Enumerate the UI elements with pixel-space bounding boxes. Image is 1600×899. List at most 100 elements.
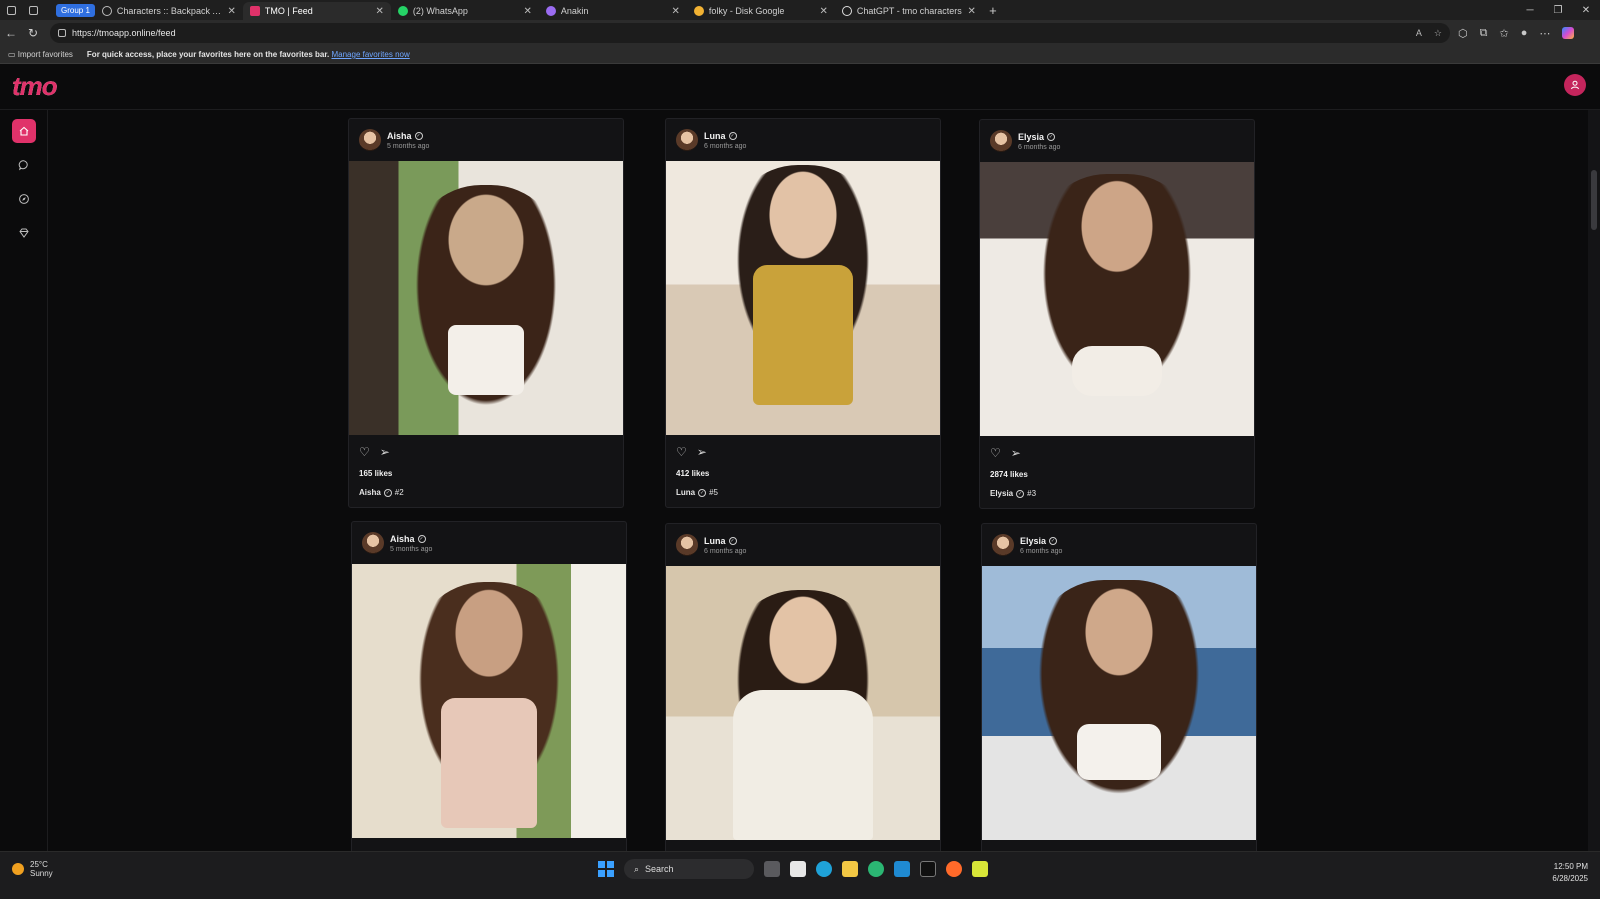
close-tab-icon[interactable]: ✕ <box>820 6 828 17</box>
avatar[interactable] <box>362 532 384 554</box>
avatar[interactable] <box>676 129 698 151</box>
read-aloud-icon[interactable]: A <box>1416 28 1422 39</box>
edge-icon[interactable] <box>868 861 884 877</box>
notes-icon[interactable] <box>972 861 988 877</box>
start-button[interactable] <box>598 861 614 877</box>
globe-icon <box>101 6 112 16</box>
bing-icon[interactable] <box>816 861 832 877</box>
premium-nav-button[interactable] <box>12 221 36 245</box>
verified-icon: ✓ <box>698 488 707 497</box>
post-username[interactable]: Luna <box>704 536 726 546</box>
close-tab-icon[interactable]: ✕ <box>228 6 236 17</box>
more-menu-icon[interactable]: ⋯ <box>1539 27 1550 40</box>
post-username[interactable]: Elysia <box>1020 536 1046 546</box>
favorites-icon[interactable]: ✩ <box>1499 27 1508 40</box>
home-nav-button[interactable] <box>12 119 36 143</box>
post-photo[interactable] <box>349 161 623 435</box>
task-view-icon[interactable] <box>764 861 780 877</box>
site-info-icon[interactable] <box>58 29 66 37</box>
close-window-icon[interactable]: ✕ <box>1572 5 1600 16</box>
post-header: Luna ✓ 6 months ago <box>666 524 940 566</box>
share-icon[interactable]: ➢ <box>380 445 390 459</box>
avatar[interactable] <box>990 130 1012 152</box>
feed: Aisha ✓ 5 months ago ♡ ➢ 165 likes Aisha ✓… <box>48 110 1588 867</box>
new-tab-button[interactable]: + <box>983 3 1003 18</box>
app-header: tmo <box>0 64 1600 110</box>
post-photo[interactable] <box>352 564 626 838</box>
close-tab-icon[interactable]: ✕ <box>524 6 532 17</box>
post-username[interactable]: Aisha <box>387 131 412 141</box>
feed-scrollbar[interactable] <box>1588 110 1600 867</box>
vscode-icon[interactable] <box>894 861 910 877</box>
compass-icon <box>19 194 29 204</box>
app-sidebar <box>0 110 48 867</box>
split-screen-icon[interactable]: ⧉ <box>1480 27 1488 40</box>
post-username[interactable]: Elysia <box>1018 132 1044 142</box>
close-tab-icon[interactable]: ✕ <box>968 6 976 17</box>
verified-icon: ✓ <box>417 534 426 543</box>
favorite-star-icon[interactable]: ☆ <box>1434 28 1442 39</box>
share-icon[interactable]: ➢ <box>1011 446 1021 460</box>
diamond-icon <box>19 228 29 238</box>
avatar[interactable] <box>992 534 1014 556</box>
tab-actions-icon[interactable] <box>22 0 44 20</box>
tab-google-drive[interactable]: folky - Disk Google ✕ <box>687 2 835 20</box>
capcut-icon[interactable] <box>920 861 936 877</box>
likes-count: 165 likes <box>359 469 393 478</box>
store-icon[interactable] <box>790 861 806 877</box>
close-tab-icon[interactable]: ✕ <box>376 6 384 17</box>
system-clock[interactable]: 12:50 PM 6/28/2025 <box>1552 861 1588 885</box>
import-favorites-button[interactable]: ▭ Import favorites <box>8 50 73 59</box>
post-username[interactable]: Luna <box>704 131 726 141</box>
tab-characters[interactable]: Characters :: Backpack Admin Pan✕ <box>95 2 243 20</box>
address-bar-row: ← ↻ https://tmoapp.online/feed A ☆ ⬡ ⧉ ✩… <box>0 20 1600 46</box>
user-profile-button[interactable] <box>1564 74 1586 96</box>
post-tag[interactable]: #2 <box>395 488 404 497</box>
chat-nav-button[interactable] <box>12 153 36 177</box>
close-tab-icon[interactable]: ✕ <box>672 6 680 17</box>
manage-favorites-link[interactable]: Manage favorites now <box>331 50 409 59</box>
tab-whatsapp[interactable]: (2) WhatsApp ✕ <box>391 2 539 20</box>
tab-tmo-feed[interactable]: TMO | Feed ✕ <box>242 2 391 20</box>
extensions-icon[interactable]: ⬡ <box>1458 27 1468 40</box>
tmo-app: tmo Aisha ✓ 5 months ago ♡ ➢ 165 likes A… <box>0 64 1600 867</box>
chat-icon <box>18 160 28 171</box>
url-text: https://tmoapp.online/feed <box>72 28 176 38</box>
like-icon[interactable]: ♡ <box>676 445 687 459</box>
scrollbar-thumb[interactable] <box>1591 170 1597 230</box>
post-username[interactable]: Aisha <box>390 534 415 544</box>
tab-group-chip[interactable]: Group 1 <box>56 3 95 17</box>
firefox-icon[interactable] <box>946 861 962 877</box>
copilot-icon[interactable] <box>1562 26 1575 39</box>
like-icon[interactable]: ♡ <box>359 445 370 459</box>
tab-chatgpt[interactable]: ChatGPT - tmo characters ✕ <box>835 2 983 20</box>
post-tag[interactable]: #3 <box>1027 489 1036 498</box>
restore-icon[interactable]: ❐ <box>1544 5 1572 16</box>
minimize-icon[interactable]: ─ <box>1516 5 1544 16</box>
avatar[interactable] <box>359 129 381 151</box>
like-icon[interactable]: ♡ <box>990 446 1001 460</box>
post-photo[interactable] <box>666 161 940 435</box>
share-icon[interactable]: ➢ <box>697 445 707 459</box>
post-actions: ♡ ➢ <box>980 436 1254 470</box>
weather-widget[interactable]: 25°C Sunny <box>12 860 53 878</box>
explore-nav-button[interactable] <box>12 187 36 211</box>
tab-anakin[interactable]: Anakin ✕ <box>539 2 687 20</box>
browser-profile-icon[interactable]: ● <box>1521 27 1528 40</box>
verified-icon: ✓ <box>728 131 737 140</box>
post-photo[interactable] <box>980 162 1254 436</box>
post-tag[interactable]: #5 <box>709 488 718 497</box>
likes-count: 2874 likes <box>990 470 1028 479</box>
address-field[interactable]: https://tmoapp.online/feed A ☆ <box>50 23 1450 43</box>
tmo-logo[interactable]: tmo <box>12 71 58 102</box>
avatar[interactable] <box>676 534 698 556</box>
file-explorer-icon[interactable] <box>842 861 858 877</box>
post-photo[interactable] <box>982 566 1256 840</box>
verified-icon: ✓ <box>1049 536 1058 545</box>
workspaces-icon[interactable] <box>0 0 22 20</box>
sun-icon <box>12 863 24 875</box>
post-photo[interactable] <box>666 566 940 840</box>
back-icon[interactable]: ← <box>0 26 22 40</box>
taskbar-search[interactable]: ⌕ Search <box>624 859 754 879</box>
reload-icon[interactable]: ↻ <box>22 26 44 40</box>
